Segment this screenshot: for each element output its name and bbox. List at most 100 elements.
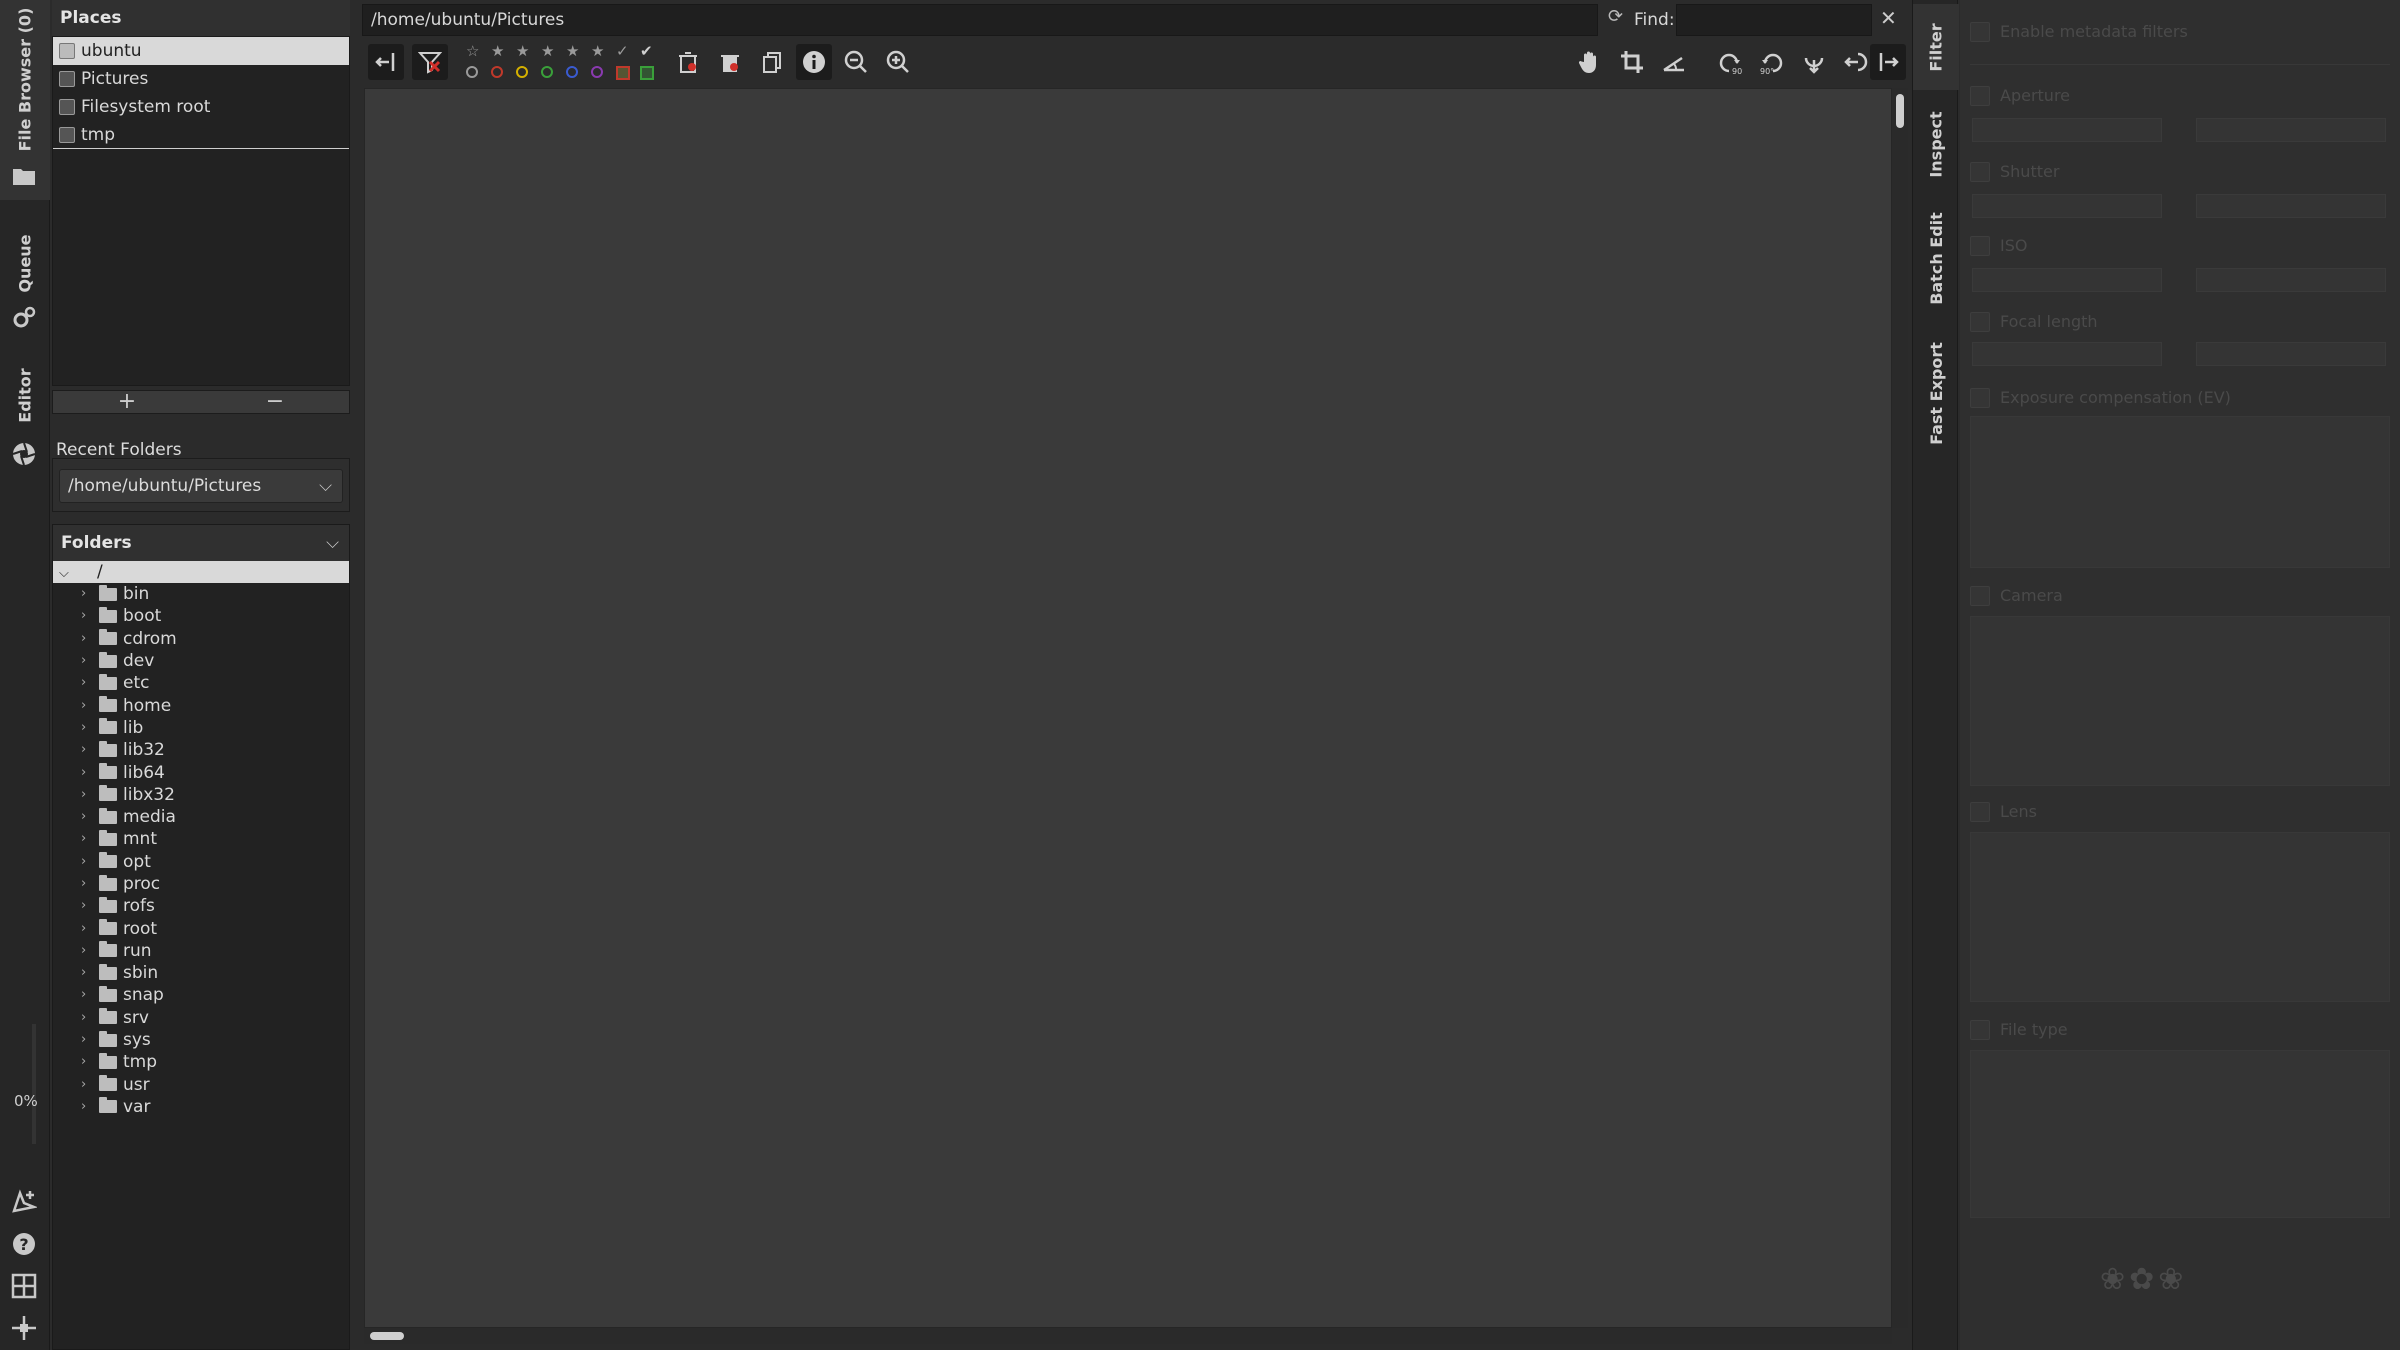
aperture-checkbox[interactable] xyxy=(1970,86,1990,106)
focal-from-input[interactable] xyxy=(1972,342,2162,366)
folder-row[interactable]: › boot xyxy=(53,605,349,627)
tab-batch-edit[interactable]: Batch Edit xyxy=(1913,200,1959,316)
camera-checkbox[interactable] xyxy=(1970,586,1990,606)
expander-chevron-right-icon[interactable]: › xyxy=(81,605,99,627)
filter-unrated-button[interactable] xyxy=(412,44,448,80)
aperture-from-input[interactable] xyxy=(1972,118,2162,142)
expander-chevron-right-icon[interactable]: › xyxy=(81,628,99,650)
place-item-tmp[interactable]: tmp xyxy=(53,121,349,149)
place-item-filesystem-root[interactable]: Filesystem root xyxy=(53,93,349,121)
shutter-checkbox[interactable] xyxy=(1970,162,1990,182)
add-place-button[interactable]: + xyxy=(53,391,201,413)
star-icon[interactable]: ★ xyxy=(516,42,529,60)
expander-chevron-right-icon[interactable]: › xyxy=(81,717,99,739)
zoom-out-button[interactable] xyxy=(838,44,874,80)
expander-chevron-right-icon[interactable]: › xyxy=(81,918,99,940)
expander-chevron-right-icon[interactable]: › xyxy=(81,962,99,984)
saved-check-icon[interactable]: ✔ xyxy=(640,42,653,60)
folder-row[interactable]: › sys xyxy=(53,1029,349,1051)
folder-row[interactable]: › snap xyxy=(53,984,349,1006)
folder-row[interactable]: › mnt xyxy=(53,828,349,850)
expander-chevron-right-icon[interactable]: › xyxy=(81,739,99,761)
label-purple-dot[interactable] xyxy=(591,66,603,78)
folder-row[interactable]: › run xyxy=(53,940,349,962)
expander-chevron-right-icon[interactable]: › xyxy=(81,873,99,895)
lens-checkbox[interactable] xyxy=(1970,802,1990,822)
folder-row[interactable]: › rofs xyxy=(53,895,349,917)
expander-chevron-right-icon[interactable]: › xyxy=(81,695,99,717)
refresh-icon[interactable]: ⟳ xyxy=(1608,6,1623,27)
folder-row[interactable]: › sbin xyxy=(53,962,349,984)
expander-chevron-right-icon[interactable]: › xyxy=(81,1074,99,1096)
send-to-editor-icon[interactable] xyxy=(8,1186,40,1218)
tab-queue[interactable]: Queue xyxy=(0,214,50,344)
label-red-dot[interactable] xyxy=(491,66,503,78)
expander-chevron-right-icon[interactable]: › xyxy=(81,583,99,605)
expander-chevron-right-icon[interactable]: › xyxy=(81,940,99,962)
fullscreen-icon[interactable] xyxy=(8,1312,40,1344)
toggle-left-panel-button[interactable] xyxy=(368,44,404,80)
folders-header[interactable]: Folders ⌵ xyxy=(53,525,349,561)
crop-tool-button[interactable] xyxy=(1614,44,1650,80)
straighten-tool-button[interactable] xyxy=(1656,44,1692,80)
star-icon[interactable]: ☆ xyxy=(466,42,479,60)
folder-row[interactable]: › lib64 xyxy=(53,761,349,783)
toggle-right-panel-button[interactable] xyxy=(1870,44,1906,80)
vertical-scrollbar[interactable] xyxy=(1892,88,1908,1328)
tab-filter[interactable]: Filter xyxy=(1913,4,1959,90)
focal-to-input[interactable] xyxy=(2196,342,2386,366)
expander-chevron-right-icon[interactable]: › xyxy=(81,784,99,806)
edited-check-icon[interactable]: ✓ xyxy=(616,42,629,60)
expander-chevron-right-icon[interactable]: › xyxy=(81,806,99,828)
folder-row[interactable]: › root xyxy=(53,917,349,939)
star-icon[interactable]: ★ xyxy=(491,42,504,60)
folder-row[interactable]: › lib32 xyxy=(53,739,349,761)
expander-chevron-right-icon[interactable]: › xyxy=(81,895,99,917)
folder-row[interactable]: › etc xyxy=(53,672,349,694)
expander-chevron-right-icon[interactable]: › xyxy=(81,1007,99,1029)
rotate-right-button[interactable]: 90° xyxy=(1754,44,1790,80)
trash-button[interactable] xyxy=(670,44,706,80)
original-button[interactable] xyxy=(754,44,790,80)
folder-row[interactable]: › proc xyxy=(53,873,349,895)
shutter-from-input[interactable] xyxy=(1972,194,2162,218)
flip-horizontal-button[interactable] xyxy=(1838,44,1874,80)
expander-chevron-right-icon[interactable]: › xyxy=(81,1029,99,1051)
folder-row[interactable]: › var xyxy=(53,1096,349,1118)
iso-checkbox[interactable] xyxy=(1970,236,1990,256)
shutter-to-input[interactable] xyxy=(2196,194,2386,218)
label-none-dot[interactable] xyxy=(466,66,478,78)
hand-tool-button[interactable] xyxy=(1572,44,1608,80)
edited-filter-icon[interactable] xyxy=(616,66,630,80)
tab-file-browser[interactable]: File Browser (0) xyxy=(0,0,50,200)
exposure-compensation-checkbox[interactable] xyxy=(1970,388,1990,408)
star-icon[interactable]: ★ xyxy=(541,42,554,60)
folder-row[interactable]: › cdrom xyxy=(53,628,349,650)
folder-row[interactable]: › home xyxy=(53,694,349,716)
label-yellow-dot[interactable] xyxy=(516,66,528,78)
star-icon[interactable]: ★ xyxy=(566,42,579,60)
folder-row[interactable]: › libx32 xyxy=(53,784,349,806)
place-item-ubuntu[interactable]: ubuntu xyxy=(53,37,349,65)
folder-row[interactable]: › tmp xyxy=(53,1051,349,1073)
zoom-in-button[interactable] xyxy=(880,44,916,80)
tab-editor[interactable]: Editor xyxy=(0,356,50,476)
expander-chevron-right-icon[interactable]: › xyxy=(81,672,99,694)
focal-length-checkbox[interactable] xyxy=(1970,312,1990,332)
exposure-compensation-list[interactable] xyxy=(1970,416,2390,568)
expander-chevron-right-icon[interactable]: › xyxy=(81,851,99,873)
file-type-checkbox[interactable] xyxy=(1970,1020,1990,1040)
place-item-pictures[interactable]: Pictures xyxy=(53,65,349,93)
star-icon[interactable]: ★ xyxy=(591,42,604,60)
label-green-dot[interactable] xyxy=(541,66,553,78)
folder-row[interactable]: › dev xyxy=(53,650,349,672)
tab-fast-export[interactable]: Fast Export xyxy=(1913,326,1959,460)
flip-vertical-button[interactable] xyxy=(1796,44,1832,80)
folder-row[interactable]: › usr xyxy=(53,1074,349,1096)
thumbnail-area[interactable] xyxy=(364,88,1892,1328)
enable-metadata-filters-checkbox[interactable] xyxy=(1970,22,1990,42)
horizontal-scrollbar[interactable] xyxy=(364,1328,1892,1344)
camera-list[interactable] xyxy=(1970,616,2390,786)
help-icon[interactable]: ? xyxy=(8,1228,40,1260)
saved-filter-icon[interactable] xyxy=(640,66,654,80)
